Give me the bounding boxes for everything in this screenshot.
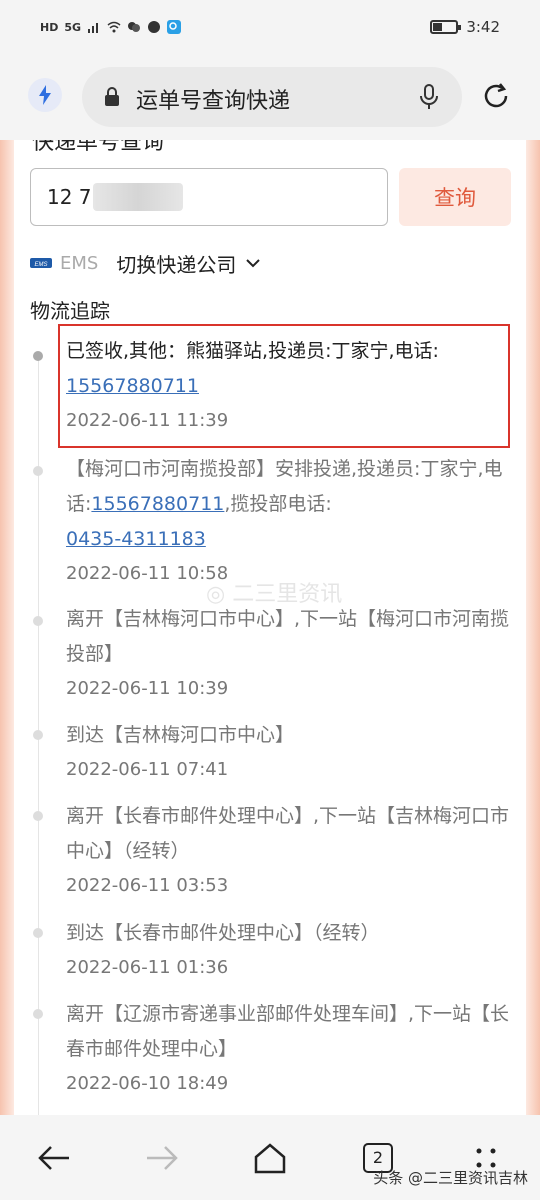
timeline-event: 离开【辽源市寄递事业部邮件处理车间】,下一站【长春市邮件处理中心】 2022-0… xyxy=(66,997,516,1101)
timeline-event: 到达【长春市邮件处理中心】（经转） 2022-06-11 01:36 xyxy=(66,916,516,985)
timeline-dot xyxy=(33,730,43,740)
event-text: 到达【长春市邮件处理中心】（经转） xyxy=(66,922,380,944)
section-title: 物流追踪 xyxy=(30,299,110,323)
bolt-icon[interactable] xyxy=(28,78,62,112)
timeline-dot xyxy=(33,1009,43,1019)
timeline-dot xyxy=(33,811,43,821)
hd-icon: HD xyxy=(40,20,59,34)
browser-bottom-nav: 2 头条 @二三里资讯吉林 xyxy=(0,1115,540,1200)
event-time: 2022-06-11 03:53 xyxy=(66,875,229,896)
event-text: 到达【吉林梅河口市中心】 xyxy=(66,724,295,746)
page-title: 快递单号查询 xyxy=(32,140,165,155)
status-right: 3:42 xyxy=(430,18,500,36)
signal-icon xyxy=(88,23,99,33)
wechat-icon xyxy=(128,22,141,32)
forward-button[interactable] xyxy=(132,1128,192,1188)
page-edge-right xyxy=(526,140,540,1140)
timeline-dot xyxy=(33,928,43,938)
status-icons: HD 5G xyxy=(40,20,182,34)
event-text-part: 已签收,其他：熊猫驿站,投递员:丁家宁,电话: xyxy=(66,340,439,362)
chevron-down-icon[interactable] xyxy=(246,258,261,268)
event-text-part: ,揽投部电话: xyxy=(224,493,332,515)
forward-arrow-icon xyxy=(147,1145,178,1170)
home-button[interactable] xyxy=(240,1128,300,1188)
timeline-event: 【梅河口市河南揽投部】安排投递,投递员:丁家宁,电话:15567880711,揽… xyxy=(66,452,516,591)
watermark: ◎ 二三里资讯 xyxy=(206,582,343,607)
carrier-selector[interactable]: EMS EMS 切换快递公司 xyxy=(30,248,261,278)
browser-toolbar: 运单号查询快递 xyxy=(0,54,540,140)
event-text: 离开【吉林梅河口市中心】,下一站【梅河口市河南揽投部】 xyxy=(66,608,510,665)
timeline-dot xyxy=(33,616,43,626)
event-text: 离开【辽源市寄递事业部邮件处理车间】,下一站【长春市邮件处理中心】 xyxy=(66,1003,510,1060)
microphone-icon[interactable] xyxy=(420,84,438,110)
carrier-name: EMS xyxy=(60,252,99,274)
timeline-dot xyxy=(33,351,43,361)
timeline-event: 到达【吉林梅河口市中心】 2022-06-11 07:41 xyxy=(66,718,516,787)
status-time: 3:42 xyxy=(466,18,500,36)
source-watermark: 头条 @二三里资讯吉林 xyxy=(373,1169,528,1187)
event-text: 已签收,其他：熊猫驿站,投递员:丁家宁,电话: 15567880711 xyxy=(66,334,516,404)
query-button[interactable]: 查询 xyxy=(399,168,511,226)
address-text[interactable]: 运单号查询快递 xyxy=(136,83,290,115)
timeline-event: 已签收,其他：熊猫驿站,投递员:丁家宁,电话: 15567880711 2022… xyxy=(66,334,516,438)
event-time: 2022-06-11 10:39 xyxy=(66,678,229,699)
tracking-card: 快递单号查询 12 7760 查询 EMS EMS 切换快递公司 物流追踪 已签… xyxy=(14,140,526,1115)
svg-text:EMS: EMS xyxy=(34,262,47,268)
back-button[interactable] xyxy=(24,1128,84,1188)
reload-icon[interactable] xyxy=(480,80,512,112)
network-label: 5G xyxy=(64,20,82,34)
timeline-dot xyxy=(33,466,43,476)
phone-link[interactable]: 15567880711 xyxy=(91,493,224,515)
ems-logo-icon: EMS xyxy=(30,258,52,268)
home-icon xyxy=(254,1142,286,1173)
event-time: 2022-06-10 18:49 xyxy=(66,1073,229,1094)
lock-icon xyxy=(105,87,119,106)
back-arrow-icon xyxy=(38,1145,69,1170)
event-text: 离开【长春市邮件处理中心】,下一站【吉林梅河口市中心】（经转） xyxy=(66,805,510,862)
switch-carrier-label[interactable]: 切换快递公司 xyxy=(116,249,236,278)
redaction-blur xyxy=(93,183,183,211)
app-icon xyxy=(148,21,161,33)
search-app-icon xyxy=(167,20,182,34)
event-time: 2022-06-11 11:39 xyxy=(66,410,229,431)
event-time: 2022-06-11 01:36 xyxy=(66,957,229,978)
event-time: 2022-06-11 07:41 xyxy=(66,759,229,780)
timeline-event: 离开【吉林梅河口市中心】,下一站【梅河口市河南揽投部】 2022-06-11 1… xyxy=(66,602,516,706)
event-text: 【梅河口市河南揽投部】安排投递,投递员:丁家宁,电话:15567880711,揽… xyxy=(66,452,516,557)
timeline-event: 离开【长春市邮件处理中心】,下一站【吉林梅河口市中心】（经转） 2022-06-… xyxy=(66,799,516,903)
address-bar[interactable]: 运单号查询快递 xyxy=(82,67,462,127)
tracking-number-input[interactable]: 12 7760 xyxy=(30,168,388,226)
office-phone-link[interactable]: 0435-4311183 xyxy=(66,528,206,550)
wifi-icon xyxy=(107,21,121,33)
phone-link[interactable]: 15567880711 xyxy=(66,375,199,397)
status-bar: HD 5G 3:42 xyxy=(0,0,540,54)
page-edge-left xyxy=(0,140,14,1140)
battery-icon xyxy=(430,20,462,34)
